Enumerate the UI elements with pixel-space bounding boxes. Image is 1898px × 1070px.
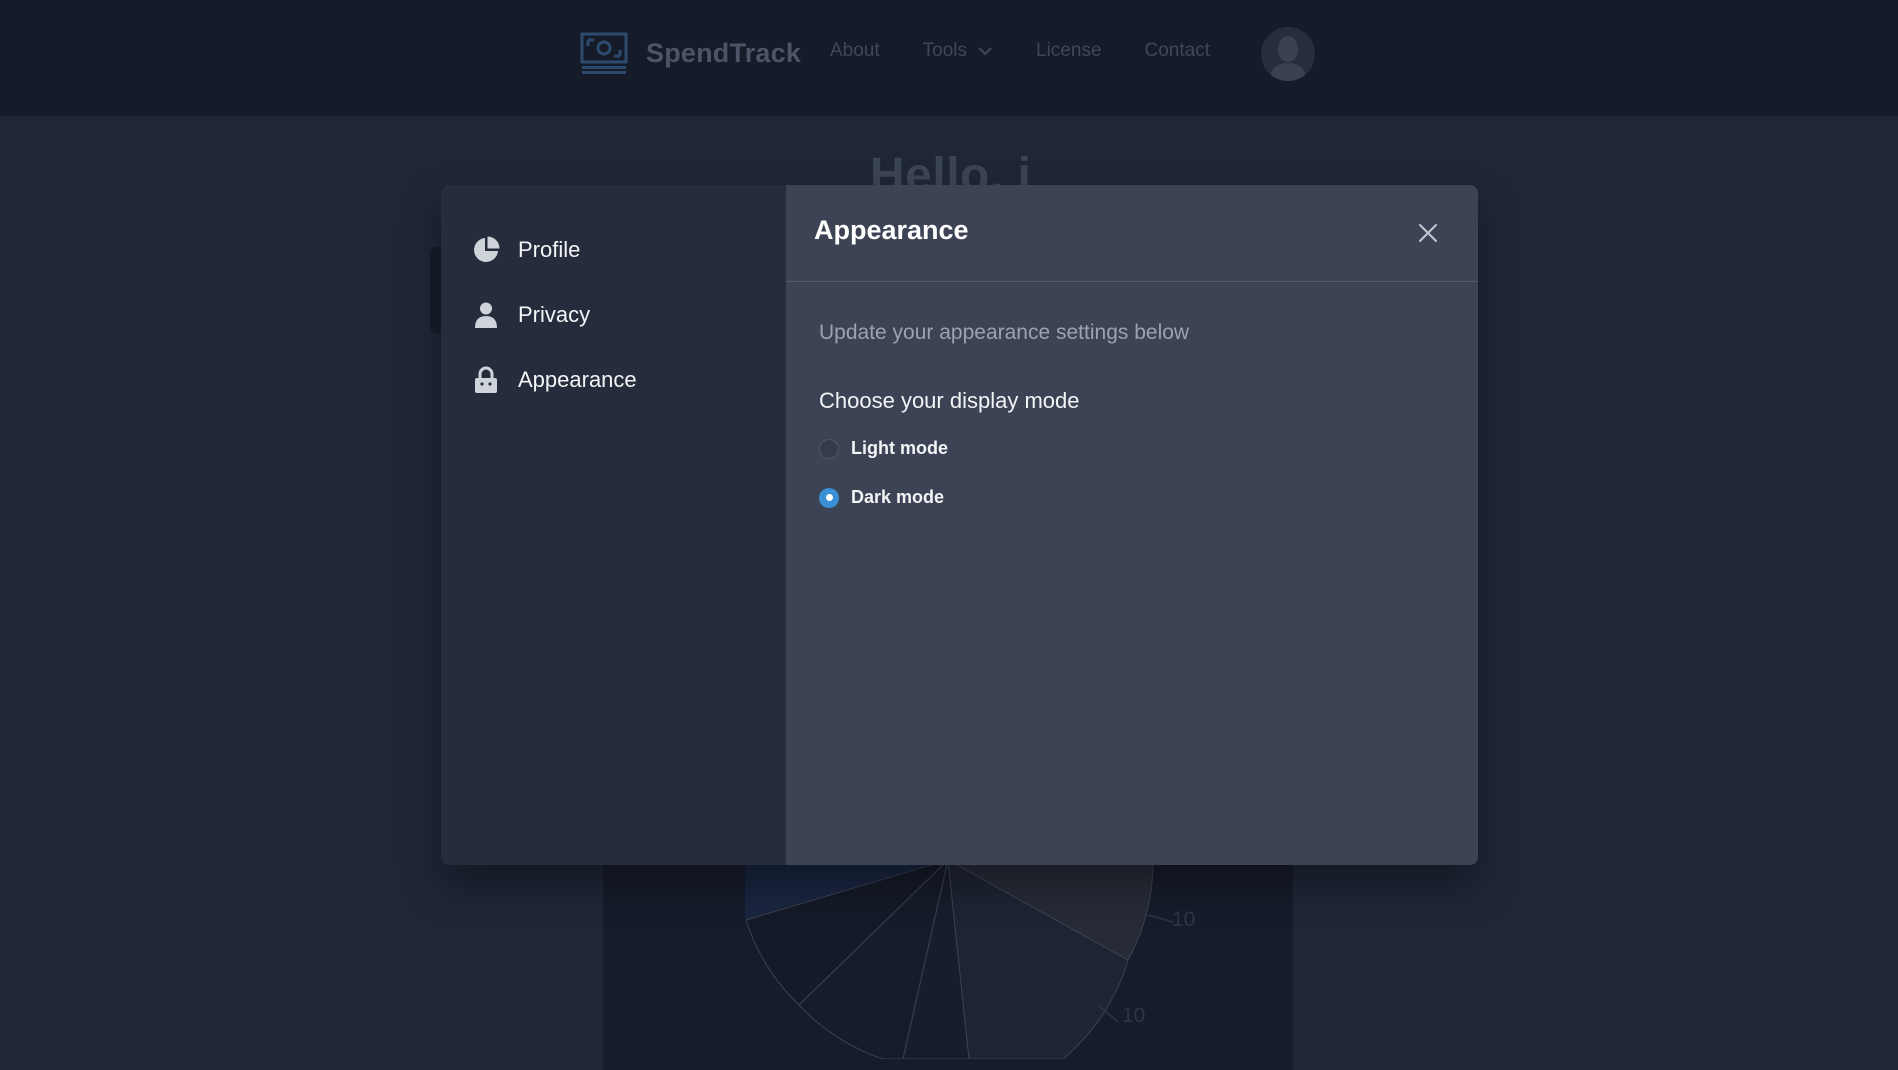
pie-label: 10 <box>1122 1004 1146 1027</box>
lock-icon <box>472 366 500 394</box>
settings-sidebar: Profile Privacy Appearance <box>441 185 786 865</box>
light-mode-radio[interactable] <box>819 438 839 459</box>
user-icon <box>472 301 500 329</box>
main-nav: About Tools License Contact <box>830 40 1253 62</box>
settings-modal: Profile Privacy Appearance Appearance Up… <box>441 185 1478 865</box>
brand-name: SpendTrack <box>646 37 802 68</box>
close-icon[interactable] <box>1416 221 1440 245</box>
sidebar-item-profile[interactable]: Profile <box>441 217 786 282</box>
nav-tools[interactable]: Tools <box>923 40 993 62</box>
dark-mode-radio[interactable] <box>819 487 839 508</box>
page-title: Appearance <box>814 215 969 245</box>
nav-contact-label: Contact <box>1144 40 1210 61</box>
dark-mode-label[interactable]: Dark mode <box>851 487 944 508</box>
light-mode-label[interactable]: Light mode <box>851 438 948 459</box>
chevron-down-icon <box>978 47 992 56</box>
settings-description: Update your appearance settings below <box>819 321 1190 344</box>
background-pie-chart <box>745 860 1174 1059</box>
light-mode-option[interactable]: Light mode <box>819 438 948 459</box>
display-mode-label: Choose your display mode <box>819 388 1080 413</box>
nav-tools-label: Tools <box>922 40 968 61</box>
brand[interactable]: SpendTrack <box>580 30 801 76</box>
top-navbar: SpendTrack About Tools License Contact <box>0 0 1898 116</box>
pie-label: 10 <box>1172 908 1196 931</box>
dark-mode-option[interactable]: Dark mode <box>819 487 944 508</box>
content-header: Appearance <box>786 185 1478 282</box>
sidebar-item-label: Appearance <box>518 366 637 392</box>
nav-contact[interactable]: Contact <box>1145 40 1210 62</box>
nav-license[interactable]: License <box>1036 40 1102 62</box>
nav-about[interactable]: About <box>830 40 880 62</box>
settings-content: Appearance Update your appearance settin… <box>786 185 1478 865</box>
money-logo-icon <box>580 32 628 74</box>
sidebar-item-privacy[interactable]: Privacy <box>441 282 786 347</box>
sidebar-item-label: Profile <box>518 236 581 262</box>
pie-chart-icon <box>472 236 500 264</box>
nav-about-label: About <box>830 40 880 61</box>
sidebar-item-label: Privacy <box>518 301 591 327</box>
nav-license-label: License <box>1036 40 1102 61</box>
user-silhouette-icon <box>1269 36 1307 81</box>
sidebar-item-appearance[interactable]: Appearance <box>441 347 786 412</box>
avatar[interactable] <box>1261 27 1315 81</box>
